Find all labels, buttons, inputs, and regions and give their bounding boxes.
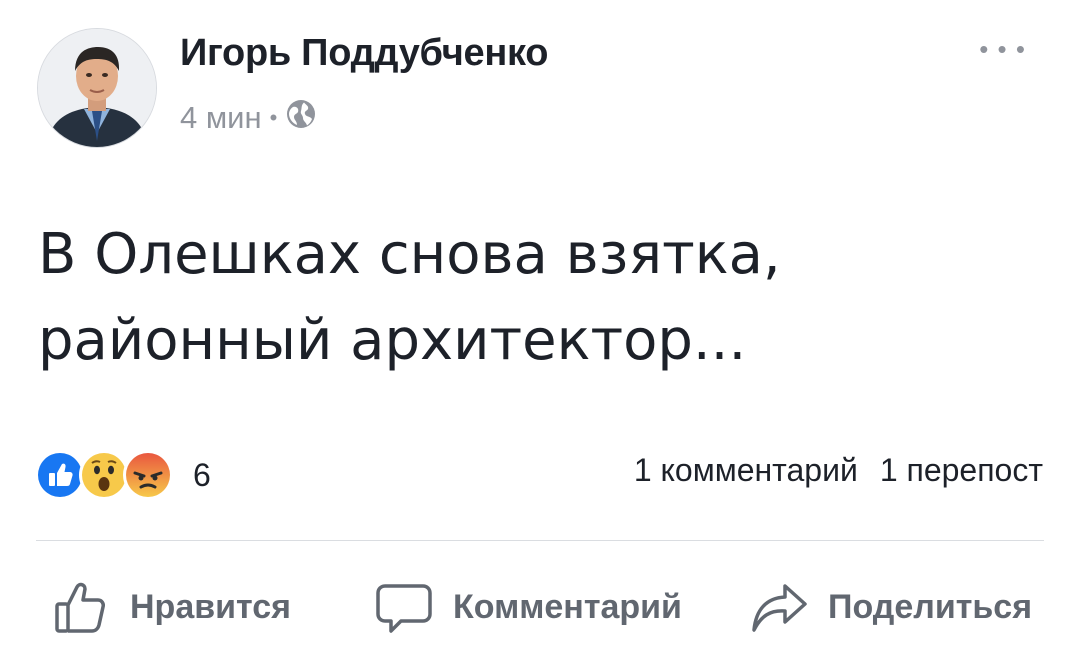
share-button-label: Поделиться <box>828 587 1033 626</box>
thumbs-up-icon <box>52 578 110 636</box>
angry-icon <box>123 450 173 500</box>
avatar-photo <box>38 29 156 147</box>
post-text: В Олешках снова взятка, районный архитек… <box>38 212 1038 384</box>
shares-count-link[interactable]: 1 перепост <box>880 452 1043 489</box>
avatar[interactable] <box>37 28 157 148</box>
author-name[interactable]: Игорь Поддубченко <box>180 32 548 75</box>
comments-count-link[interactable]: 1 комментарий <box>634 452 858 489</box>
post-stats: 1 комментарий 1 перепост <box>634 452 1043 489</box>
meta-separator: • <box>269 105 278 130</box>
post-meta: 4 мин • <box>180 98 317 138</box>
reactions-summary[interactable]: 6 <box>35 448 211 502</box>
divider <box>36 540 1044 541</box>
globe-icon[interactable] <box>285 98 317 138</box>
post-time[interactable]: 4 мин <box>180 100 262 136</box>
reactions-count: 6 <box>193 456 211 493</box>
like-icon <box>35 450 85 500</box>
comment-button-label: Комментарий <box>453 587 682 626</box>
action-bar: Нравится Комментарий Поделиться <box>0 575 1080 639</box>
like-button[interactable]: Нравится <box>52 575 291 639</box>
share-icon <box>750 578 808 636</box>
comment-icon <box>375 578 433 636</box>
more-options-button[interactable]: • • • <box>979 36 1026 62</box>
comment-button[interactable]: Комментарий <box>375 575 682 639</box>
post-text-line: районный архитектор... <box>38 308 747 373</box>
share-button[interactable]: Поделиться <box>750 575 1032 639</box>
like-button-label: Нравится <box>130 587 291 626</box>
wow-icon <box>79 450 129 500</box>
post-text-line: В Олешках снова взятка, <box>38 222 781 287</box>
